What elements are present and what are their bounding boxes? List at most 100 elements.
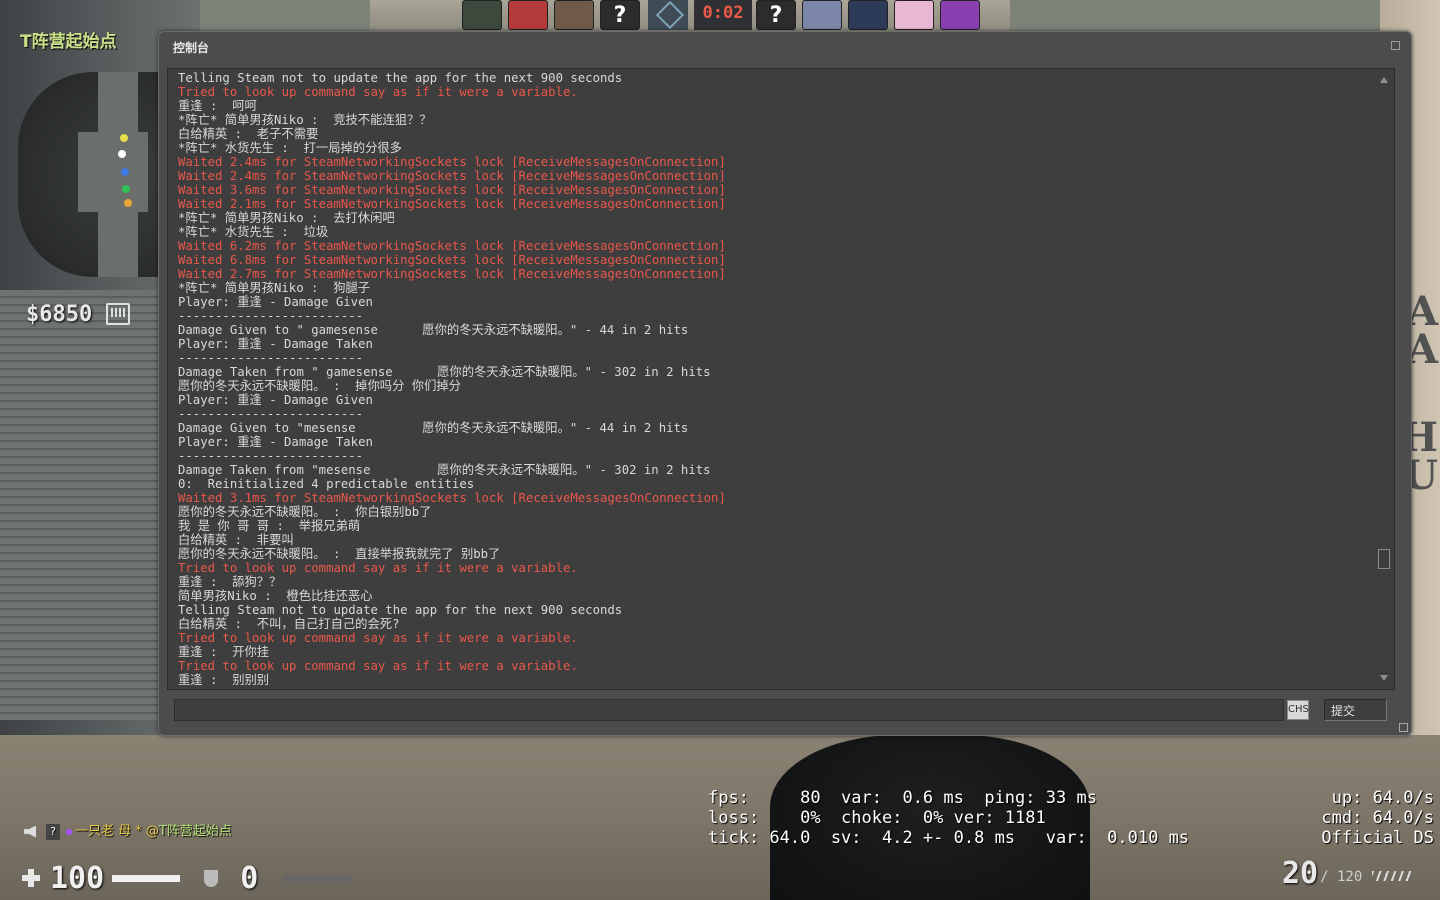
- location-label: T阵营起始点: [20, 32, 117, 52]
- ammo-counter: 20 / 120: [1282, 856, 1413, 891]
- console-line: 重逢 : 呵呵: [178, 99, 257, 113]
- player-avatar: [940, 0, 980, 30]
- unknown-avatar-icon: ?: [756, 0, 796, 30]
- player-avatar: [848, 0, 888, 30]
- net-graph-line: tick: 64.0 sv: 4.2 +- 0.8 ms var: 0.010 …: [708, 828, 1190, 848]
- console-line: *阵亡* 简单男孩Niko : 去打休闲吧: [178, 211, 395, 225]
- console-line: *阵亡* 水货先生 : 垃圾: [178, 225, 329, 239]
- scrollbar-thumb[interactable]: [1378, 549, 1390, 569]
- console-line: -------------------------: [178, 407, 364, 421]
- console-line: 白给精英 : 非要叫: [178, 533, 294, 547]
- scene-shutter: [0, 290, 170, 720]
- resize-handle-icon[interactable]: [1399, 723, 1408, 732]
- console-line: Player: 重逢 - Damage Taken: [178, 435, 373, 449]
- console-line: Damage Given to " gamesense 愿你的冬天永远不缺暖阳。…: [178, 323, 689, 337]
- console-line: Damage Taken from "mesense 愿你的冬天永远不缺暖阳。"…: [178, 463, 711, 477]
- speaker-icon: [24, 825, 36, 838]
- console-line: Waited 2.1ms for SteamNetworkingSockets …: [178, 197, 726, 211]
- console-line: Tried to look up command say as if it we…: [178, 631, 578, 645]
- console-line: -------------------------: [178, 449, 364, 463]
- console-line: *阵亡* 水货先生 : 打一局掉的分很多: [178, 141, 402, 155]
- console-line: Waited 2.4ms for SteamNetworkingSockets …: [178, 155, 726, 169]
- net-graph-line: loss: 0% choke: 0% ver: 1181: [708, 808, 1046, 828]
- console-command-input[interactable]: [174, 699, 1284, 721]
- team-logo-icon: [648, 0, 688, 30]
- voice-indicator: ? 一只老 母 * @T阵营起始点: [24, 820, 232, 840]
- console-line: 愿你的冬天永远不缺暖阳。 : 掉你吗分 你们掉分: [178, 379, 461, 393]
- console-line: Waited 2.4ms for SteamNetworkingSockets …: [178, 169, 726, 183]
- radar-corridor: [78, 132, 148, 212]
- console-line: *阵亡* 简单男孩Niko : 狗腿子: [178, 281, 371, 295]
- player-avatar: [802, 0, 842, 30]
- console-line: Tried to look up command say as if it we…: [178, 561, 578, 575]
- console-line: 白给精英 : 不叫，自己打自己的会死?: [178, 617, 400, 631]
- console-line: 重逢 : 舔狗？？: [178, 575, 282, 589]
- console-window[interactable]: 控制台 Telling Steam not to update the app …: [158, 31, 1412, 736]
- scroll-down-arrow-icon[interactable]: [1380, 675, 1388, 681]
- console-line: *阵亡* 简单男孩Niko : 竞技不能连狙？？: [178, 113, 432, 127]
- round-timer: 0:02: [694, 0, 752, 30]
- radar-teammate-dot: [121, 168, 129, 176]
- console-scrollbar[interactable]: [1377, 71, 1391, 685]
- console-title: 控制台: [173, 41, 210, 55]
- console-line: Telling Steam not to update the app for …: [178, 71, 623, 85]
- console-line: Tried to look up command say as if it we…: [178, 659, 578, 673]
- health-armor-panel: 100 0: [22, 860, 353, 896]
- armor-shield-icon: [204, 869, 219, 887]
- console-line: -------------------------: [178, 351, 364, 365]
- console-log-lines: Telling Steam not to update the app for …: [178, 71, 1368, 687]
- player-avatar: [462, 0, 502, 30]
- player-avatar: [508, 0, 548, 30]
- console-line: Player: 重逢 - Damage Taken: [178, 337, 373, 351]
- ime-indicator[interactable]: CHS: [1287, 700, 1309, 720]
- bullets-icon: [1372, 871, 1413, 881]
- net-graph-right: up: 64.0/s cmd: 64.0/s Official DS: [1321, 788, 1434, 848]
- player-avatar: [894, 0, 934, 30]
- health-bar: [112, 874, 181, 882]
- radar-teammate-dot: [122, 185, 130, 193]
- radar-minimap: [18, 72, 168, 277]
- console-line: Waited 3.1ms for SteamNetworkingSockets …: [178, 491, 726, 505]
- player-color-dot: [66, 828, 72, 835]
- scoreboard-topbar: ? 0:02 ?: [462, 0, 982, 30]
- armor-bar: [284, 874, 353, 882]
- console-line: 重逢 : 别别别: [178, 673, 270, 687]
- console-line: Waited 3.6ms for SteamNetworkingSockets …: [178, 183, 726, 197]
- console-line: 我 是 你 哥 哥 : 举报兄弟萌: [178, 519, 361, 533]
- net-graph-line: fps: 80 var: 0.6 ms ping: 33 ms: [708, 788, 1097, 808]
- net-graph: fps: 80 var: 0.6 ms ping: 33 ms loss: 0% …: [708, 788, 1189, 848]
- ammo-clip: 20: [1282, 856, 1319, 891]
- net-graph-line: up: 64.0/s: [1331, 788, 1434, 808]
- rank-badge: ?: [46, 823, 60, 840]
- console-log[interactable]: Telling Steam not to update the app for …: [167, 68, 1395, 690]
- console-line: Damage Taken from " gamesense 愿你的冬天永远不缺暖…: [178, 365, 711, 379]
- scroll-up-arrow-icon[interactable]: [1380, 77, 1388, 83]
- money-display: $6850: [26, 302, 93, 327]
- net-graph-line: cmd: 64.0/s: [1321, 808, 1434, 828]
- voice-speaker-location: T阵营起始点: [158, 824, 232, 839]
- ammo-reserve: / 120: [1320, 869, 1363, 885]
- console-line: 简单男孩Niko : 橙色比挂还恶心: [178, 589, 373, 603]
- console-line: Damage Given to "mesense 愿你的冬天永远不缺暖阳。" -…: [178, 421, 689, 435]
- radar-teammate-dot: [118, 150, 126, 158]
- player-avatar: [554, 0, 594, 30]
- console-line: Telling Steam not to update the app for …: [178, 603, 623, 617]
- console-line: 重逢 : 开你挂: [178, 645, 270, 659]
- net-graph-line: Official DS: [1321, 828, 1434, 848]
- armor-value: 0: [240, 860, 259, 896]
- console-line: Waited 6.2ms for SteamNetworkingSockets …: [178, 239, 726, 253]
- shopping-cart-icon[interactable]: [106, 303, 130, 325]
- console-line: Waited 6.8ms for SteamNetworkingSockets …: [178, 253, 726, 267]
- console-line: 白给精英 : 老子不需要: [178, 127, 319, 141]
- unknown-avatar-icon: ?: [600, 0, 640, 30]
- console-line: Player: 重逢 - Damage Given: [178, 295, 373, 309]
- console-line: Waited 2.7ms for SteamNetworkingSockets …: [178, 267, 726, 281]
- voice-speaker-name: 一只老 母 * @: [75, 824, 159, 839]
- console-line: -------------------------: [178, 309, 364, 323]
- close-icon[interactable]: [1391, 41, 1400, 50]
- console-line: 愿你的冬天永远不缺暖阳。 : 你白银别bb了: [178, 505, 432, 519]
- console-line: Tried to look up command say as if it we…: [178, 85, 578, 99]
- submit-button[interactable]: 提交: [1324, 699, 1387, 721]
- console-line: 0: Reinitialized 4 predictable entities: [178, 477, 475, 491]
- radar-teammate-dot: [120, 134, 128, 142]
